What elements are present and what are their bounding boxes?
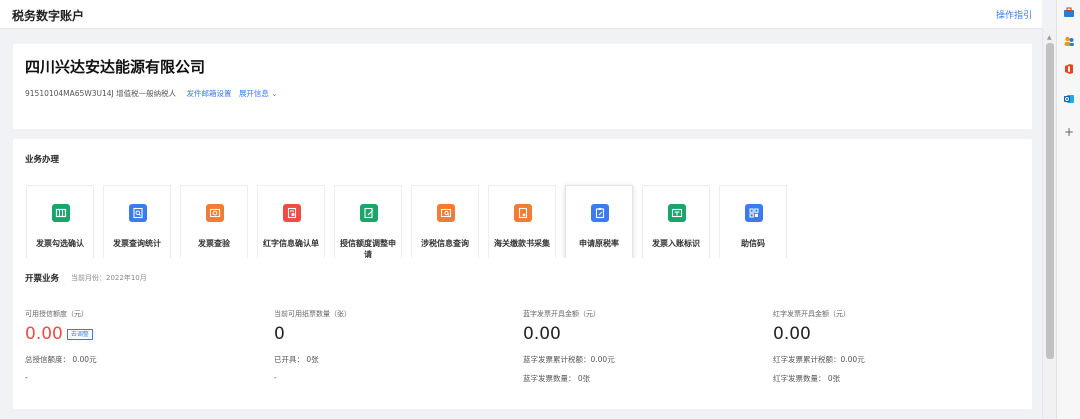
tile-label: 发票查询统计 [113,239,161,248]
tile-label: 发票入账标识 [652,239,700,248]
business-card: 业务办理 发票勾选确认 发票查询统计 发票查验 红字信息确认单 授信额度调整申请… [13,139,1032,275]
scroll-up-arrow-icon[interactable]: ▲ [1047,34,1052,41]
tile-tax-info-query[interactable]: 涉税信息查询 [411,185,479,266]
stat-blue-invoice-amount: 蓝字发票开具金额（元） 0.00 蓝字发票累计税额：0.00元 蓝字发票数量： … [523,309,753,384]
scrollbar-thumb[interactable] [1046,43,1054,359]
current-month: 当前月份：2022年10月 [71,274,147,282]
tile-apply-original-rate[interactable]: 申请原税率 [565,185,633,266]
tile-label: 涉税信息查询 [421,239,469,248]
operation-guide-link[interactable]: 操作指引 [996,8,1032,21]
stat-label: 可用授信额度（元） [25,310,88,318]
add-icon[interactable]: + [1064,126,1074,138]
tile-customs-payment-collect[interactable]: 海关缴款书采集 [488,185,556,266]
issuing-section-title: 开票业务 [25,272,59,284]
briefcase-icon[interactable] [1063,6,1075,18]
stat-red-invoice-amount: 红字发票开具金额（元） 0.00 红字发票累计税额：0.00元 红字发票数量： … [773,309,1003,384]
tile-assist-code[interactable]: 助信码 [719,185,787,266]
stat-number: 0 [274,324,285,344]
people-icon[interactable] [1063,35,1075,47]
taxpayer-type: 增值税一般纳税人 [116,89,177,98]
stat-detail-2: 蓝字发票数量： 0张 [523,374,591,383]
stat-number: 0.00 [25,324,63,344]
page-title: 税务数字账户 [12,9,85,23]
tile-label: 助信码 [741,239,765,248]
ticket-check-icon [206,204,224,222]
tile-label: 发票查验 [198,239,230,248]
tile-label: 红字信息确认单 [263,239,319,248]
expand-info-link[interactable]: 展开信息 ⌄ [239,89,278,98]
vertical-scrollbar[interactable]: ▲ [1042,29,1056,419]
stat-detail-2: 红字发票数量： 0张 [773,374,841,383]
company-name: 四川兴达安达能源有限公司 [25,58,206,76]
stat-detail-1: 蓝字发票累计税额：0.00元 [523,355,615,364]
stat-value: 0.00 去调整 [25,324,255,344]
tile-label: 授信额度调整申请 [340,239,396,259]
issuing-title: 开票业务 [25,274,60,284]
invoice-search-icon [129,204,147,222]
tile-label: 海关缴款书采集 [494,239,550,248]
outlook-icon[interactable] [1063,93,1075,105]
customs-doc-icon [514,204,532,222]
tile-label: 申请原税率 [579,239,619,248]
business-section-title: 业务办理 [25,155,60,165]
office-icon[interactable] [1063,63,1075,75]
company-meta: 91510104MA65W3U14J 增值税一般纳税人 发件邮箱设置 展开信息 … [25,88,278,99]
tile-invoice-query-stats[interactable]: 发票查询统计 [103,185,171,266]
tax-id: 91510104MA65W3U14J [25,89,114,98]
ticket-icon [52,204,70,222]
main-content: 四川兴达安达能源有限公司 91510104MA65W3U14J 增值税一般纳税人… [0,29,1042,419]
stat-label: 蓝字发票开具金额（元） [523,310,600,318]
tile-invoice-select-confirm[interactable]: 发票勾选确认 [26,185,94,266]
top-header: 税务数字账户 操作指引 [0,0,1042,29]
red-note-icon [283,204,301,222]
stat-detail-2: - [25,373,28,382]
code-icon [745,204,763,222]
stat-detail-1: 红字发票累计税额：0.00元 [773,355,865,364]
tile-red-info-confirm[interactable]: 红字信息确认单 [257,185,325,266]
stat-detail-1: 总授信额度： 0.00元 [25,355,97,364]
issuing-card: 开票业务 当前月份：2022年10月 可用授信额度（元） 0.00 去调整 总授信… [13,258,1032,409]
company-card: 四川兴达安达能源有限公司 91510104MA65W3U14J 增值税一般纳税人… [13,44,1032,129]
stat-label: 红字发票开具金额（元） [773,310,850,318]
clipboard-edit-icon [591,204,609,222]
stat-available-credit: 可用授信额度（元） 0.00 去调整 总授信额度： 0.00元 - [25,309,255,382]
business-tiles: 发票勾选确认 发票查询统计 发票查验 红字信息确认单 授信额度调整申请 涉税信息… [26,185,796,266]
ledger-icon [668,204,686,222]
stat-number: 0.00 [773,324,811,344]
stat-number: 0.00 [523,324,561,344]
stat-detail-1: 已开具： 0张 [274,355,319,364]
tax-search-icon [437,204,455,222]
stat-paper-invoices: 当前可用纸票数量（张） 0 已开具： 0张 - [274,309,504,382]
stat-label: 当前可用纸票数量（张） [274,310,351,318]
email-settings-link[interactable]: 发件邮箱设置 [187,89,232,98]
browser-sidebar: + [1056,0,1080,419]
tile-label: 发票勾选确认 [36,239,84,248]
tile-credit-adjust-apply[interactable]: 授信额度调整申请 [334,185,402,266]
tile-invoice-account-mark[interactable]: 发票入账标识 [642,185,710,266]
tile-invoice-verify[interactable]: 发票查验 [180,185,248,266]
adjust-button[interactable]: 去调整 [66,328,93,340]
edit-doc-icon [360,204,378,222]
stat-detail-2: - [274,373,277,382]
